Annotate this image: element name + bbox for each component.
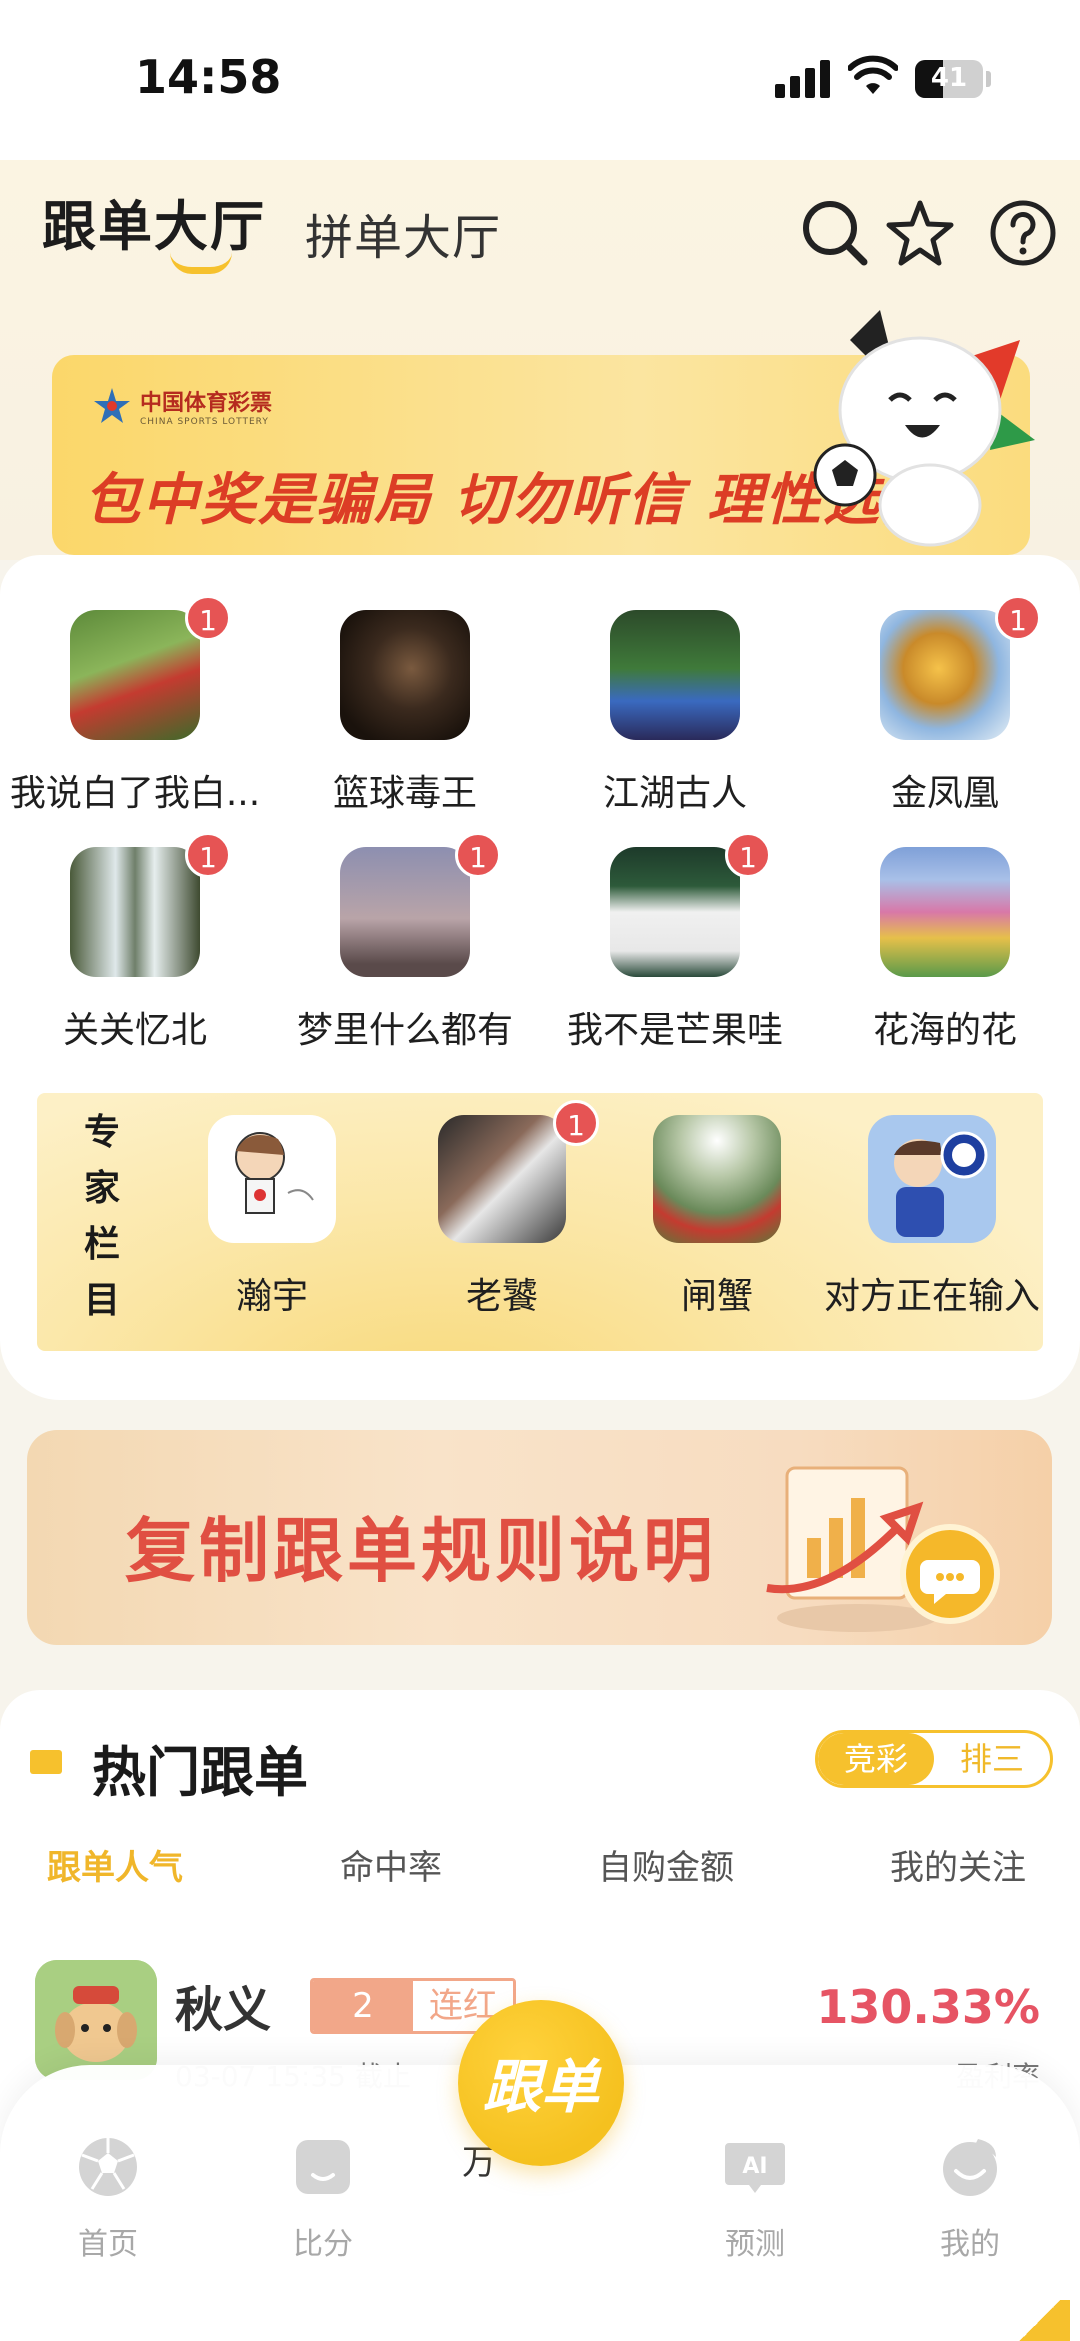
unread-badge: 1 — [185, 595, 231, 641]
profit-rate: 130.33% — [816, 1980, 1040, 2034]
expert-column-title: 专家栏目 — [83, 1112, 120, 1321]
expert-avatar — [610, 610, 740, 740]
user-name: 秋义 — [175, 1982, 272, 2038]
column-expert-item[interactable]: 1 老饕 — [387, 1100, 617, 1319]
mascot-image — [813, 310, 1035, 547]
lottery-logo: 中国体育彩票 CHINA SPORTS LOTTERY — [92, 385, 272, 427]
streak-count: 2 — [313, 1981, 413, 2031]
user-avatar — [35, 1960, 157, 2080]
nav-label: 比分 — [293, 2227, 353, 2262]
lottery-logo-en: CHINA SPORTS LOTTERY — [140, 417, 269, 427]
expert-name: 我说白了我白... — [9, 773, 261, 814]
expert-item[interactable]: 江湖古人 — [540, 610, 810, 816]
expert-name: 对方正在输入 — [823, 1276, 1040, 1317]
expert-avatar — [340, 847, 470, 977]
expert-item[interactable]: 花海的花 — [810, 847, 1080, 1053]
lottery-star-icon — [94, 388, 130, 423]
expert-name: 瀚宇 — [235, 1276, 308, 1317]
cellular-signal-icon — [775, 58, 835, 98]
toggle-jingcai[interactable]: 竞彩 — [818, 1733, 934, 1785]
chat-bubble-button[interactable] — [900, 1524, 1000, 1624]
expert-avatar — [438, 1115, 566, 1243]
expert-avatar — [653, 1115, 781, 1243]
column-expert-item[interactable]: 闸蟹 — [602, 1115, 832, 1319]
column-expert-item[interactable]: 瀚宇 — [157, 1115, 387, 1319]
expert-item[interactable]: 篮球毒王 — [270, 610, 540, 816]
toggle-paisan[interactable]: 排三 — [934, 1733, 1050, 1785]
expert-avatar — [70, 847, 200, 977]
experts-card: 1 我说白了我白... 篮球毒王 江湖古人 1 金凤凰 1 关关忆北 1 梦里什… — [0, 555, 1080, 1400]
expert-name: 老饕 — [465, 1276, 538, 1317]
expert-name: 关关忆北 — [62, 1010, 207, 1051]
search-icon[interactable] — [800, 198, 870, 268]
lottery-type-toggle[interactable]: 竞彩 排三 — [815, 1730, 1053, 1788]
copy-rules-banner[interactable]: 复制跟单规则说明 — [27, 1430, 1052, 1645]
unread-badge: 1 — [185, 832, 231, 878]
hot-section-title: 热门跟单 — [92, 1741, 308, 1804]
expert-name: 我不是芒果哇 — [566, 1010, 783, 1051]
expert-column: 专家栏目 瀚宇 1 老饕 闸蟹 对方正在输入 — [37, 1093, 1043, 1351]
help-icon[interactable] — [988, 198, 1058, 268]
nav-home[interactable]: 首页 — [38, 2135, 178, 2263]
corner-decoration — [1010, 2300, 1070, 2341]
unread-badge: 1 — [553, 1100, 599, 1146]
section-marker — [30, 1750, 62, 1774]
expert-item[interactable]: 1 梦里什么都有 — [270, 832, 540, 1053]
tab-follow-hall[interactable]: 跟单大厅 — [42, 182, 266, 261]
unread-badge: 1 — [455, 832, 501, 878]
sort-tab-self-purchase[interactable]: 自购金额 — [598, 1840, 734, 1889]
nav-label: 首页 — [78, 2227, 138, 2262]
column-expert-item[interactable]: 对方正在输入 — [817, 1115, 1047, 1319]
svg-text:AI: AI — [742, 2154, 767, 2179]
rules-banner-title: 复制跟单规则说明 — [125, 1510, 717, 1592]
follow-fab-button[interactable]: 跟单 — [458, 2000, 624, 2166]
cartoon-avatar-icon — [235, 1132, 314, 1214]
expert-item[interactable]: 1 金凤凰 — [810, 595, 1080, 816]
football-icon — [79, 2138, 137, 2196]
unread-badge: 1 — [725, 832, 771, 878]
nav-profile[interactable]: 我的 — [900, 2135, 1040, 2263]
sort-tab-hit-rate[interactable]: 命中率 — [340, 1840, 442, 1889]
battery-tip — [986, 71, 991, 87]
scoreboard-icon — [296, 2140, 350, 2194]
expert-avatar — [70, 610, 200, 740]
expert-avatar — [880, 847, 1010, 977]
expert-item[interactable]: 1 关关忆北 — [0, 832, 270, 1053]
status-time: 14:58 — [135, 50, 282, 104]
expert-avatar — [880, 610, 1010, 740]
expert-name: 篮球毒王 — [332, 773, 477, 814]
nav-label: 我的 — [940, 2227, 1000, 2262]
expert-name: 闸蟹 — [680, 1276, 753, 1317]
nav-score[interactable]: 比分 — [253, 2135, 393, 2263]
ai-chat-icon: AI — [725, 2143, 785, 2193]
star-icon[interactable] — [885, 198, 955, 268]
expert-item[interactable]: 1 我说白了我白... — [0, 595, 270, 816]
nav-predict[interactable]: AI 预测 — [685, 2135, 825, 2263]
expert-avatar — [340, 610, 470, 740]
expert-name: 金凤凰 — [890, 773, 999, 814]
dog-avatar-icon — [35, 1960, 157, 2080]
expert-avatar — [208, 1115, 336, 1243]
sort-tab-my-follows[interactable]: 我的关注 — [890, 1840, 1026, 1889]
expert-name: 花海的花 — [872, 1010, 1017, 1051]
cartoon-avatar-icon — [894, 1131, 988, 1237]
lottery-logo-cn: 中国体育彩票 — [140, 391, 273, 416]
fab-label: 跟单 — [482, 2053, 599, 2121]
sort-tab-popularity[interactable]: 跟单人气 — [47, 1840, 183, 1889]
battery-icon: 41 — [915, 60, 983, 98]
expert-avatar — [868, 1115, 996, 1243]
status-bar: 14:58 41 — [0, 0, 1080, 160]
expert-item[interactable]: 1 我不是芒果哇 — [540, 832, 810, 1053]
unread-badge: 1 — [995, 595, 1041, 641]
expert-avatar — [610, 847, 740, 977]
battery-level: 41 — [930, 63, 968, 93]
wifi-icon — [848, 55, 898, 94]
tab-group-hall[interactable]: 拼单大厅 — [305, 198, 501, 268]
expert-name: 梦里什么都有 — [296, 1010, 513, 1051]
chat-icon — [920, 1560, 980, 1604]
nav-label: 预测 — [725, 2227, 785, 2262]
profile-icon — [943, 2139, 997, 2196]
expert-name: 江湖古人 — [602, 773, 747, 814]
tab-active-indicator — [170, 252, 232, 274]
